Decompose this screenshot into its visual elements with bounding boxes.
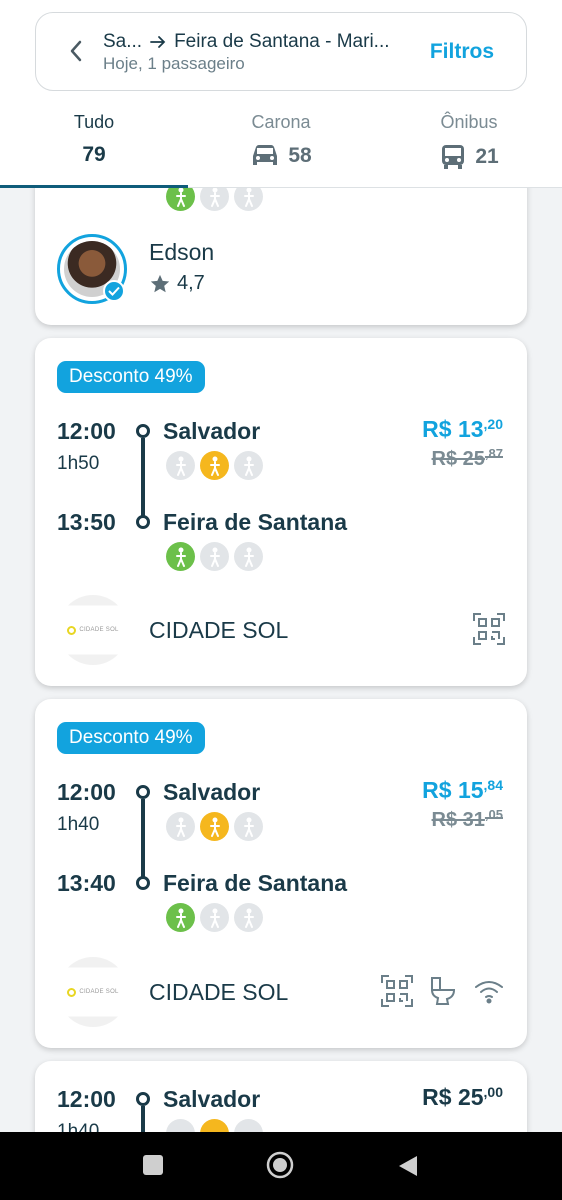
trip-card[interactable]: Desconto 49% 12:00 1h50 13:50 Salvador F… <box>35 338 527 686</box>
walker-icon <box>166 812 195 841</box>
tab-bus[interactable]: Ônibus 21 <box>431 112 507 171</box>
route-subtitle: Hoje, 1 passageiro <box>103 54 245 73</box>
walker-icon <box>166 451 195 480</box>
tab-all[interactable]: Tudo 79 <box>58 112 130 167</box>
tab-bar: Tudo 79 Carona 58 Ônibus 21 <box>0 108 562 188</box>
origin-city: Salvador <box>163 779 261 805</box>
original-price: R$ 25,87 <box>431 446 503 470</box>
walker-icon <box>200 542 229 571</box>
driver-name: Edson <box>149 239 215 265</box>
route-origin: Sa... <box>103 31 143 52</box>
qr-code-icon <box>381 975 413 1007</box>
walker-icon <box>200 451 229 480</box>
star-icon <box>150 274 170 292</box>
origin-walkers <box>166 812 263 841</box>
company-logo: CIDADE SOL <box>58 595 128 665</box>
trip-card[interactable]: Desconto 49% 12:00 1h40 13:40 Salvador F… <box>35 699 527 1048</box>
walker-icon <box>200 812 229 841</box>
arrow-right-icon <box>150 36 166 48</box>
home-circle-icon <box>266 1151 294 1179</box>
back-button[interactable] <box>60 35 92 67</box>
driver-rating: 4,7 <box>149 272 205 295</box>
walker-icon <box>166 542 195 571</box>
departure-time: 12:00 <box>57 1086 116 1112</box>
triangle-back-icon <box>399 1156 417 1176</box>
discount-badge: Desconto 49% <box>57 361 205 393</box>
system-navigation-bar <box>0 1132 562 1200</box>
route-line-connector <box>141 438 145 516</box>
system-back-button[interactable] <box>397 1154 419 1183</box>
amenities <box>473 613 505 645</box>
destination-city: Feira de Santana <box>163 870 348 896</box>
amenities <box>381 975 505 1007</box>
destination-dot <box>136 876 150 890</box>
tab-carpool-number: 58 <box>288 144 312 167</box>
tab-bus-number: 21 <box>475 145 499 168</box>
walker-icon <box>166 903 195 932</box>
home-button[interactable] <box>266 1151 294 1184</box>
tab-all-count: 79 <box>58 143 130 167</box>
origin-city: Salvador <box>163 418 261 444</box>
arrival-time: 13:40 <box>57 870 116 896</box>
destination-dot <box>136 515 150 529</box>
walker-icon <box>234 542 263 571</box>
filters-button[interactable]: Filtros <box>430 40 494 64</box>
walker-icon <box>234 451 263 480</box>
destination-walkers <box>166 542 263 571</box>
route-line: Sa... Feira de Santana - Mari... <box>103 31 390 53</box>
route-summary-box[interactable]: Sa... Feira de Santana - Mari... Hoje, 1… <box>35 12 527 91</box>
origin-dot <box>136 1092 150 1106</box>
trip-duration: 1h40 <box>57 814 100 835</box>
tab-carpool-label: Carona <box>251 112 311 132</box>
car-icon <box>253 145 278 165</box>
destination-walkers <box>166 903 263 932</box>
tab-all-number: 79 <box>82 143 106 166</box>
toilet-icon <box>431 977 456 1005</box>
tab-bus-label: Ônibus <box>440 112 498 132</box>
discount-badge: Desconto 49% <box>57 722 205 754</box>
active-tab-indicator <box>0 185 188 188</box>
verified-badge-icon <box>103 280 125 302</box>
departure-time: 12:00 <box>57 418 116 444</box>
origin-city: Salvador <box>163 1086 261 1112</box>
qr-code-icon <box>473 613 505 645</box>
bus-icon <box>442 145 465 169</box>
origin-dot <box>136 785 150 799</box>
company-logo: CIDADE SOL <box>58 957 128 1027</box>
origin-walkers <box>166 451 263 480</box>
trip-price: R$ 13,20 <box>422 416 503 442</box>
arrival-time: 13:50 <box>57 509 116 535</box>
square-icon <box>143 1155 163 1175</box>
tab-bus-count: 21 <box>431 143 507 171</box>
company-name: CIDADE SOL <box>149 617 289 643</box>
original-price: R$ 31,05 <box>431 807 503 831</box>
tab-carpool[interactable]: Carona 58 <box>235 112 327 169</box>
destination-city: Feira de Santana <box>163 509 348 535</box>
walker-icon <box>234 903 263 932</box>
wifi-icon <box>475 981 503 1004</box>
trip-price: R$ 15,84 <box>422 777 503 803</box>
app-header: Sa... Feira de Santana - Mari... Hoje, 1… <box>0 0 562 188</box>
tab-carpool-count: 58 <box>235 143 327 169</box>
route-line-connector <box>141 799 145 877</box>
trip-duration: 1h50 <box>57 453 100 474</box>
rating-value: 4,7 <box>177 272 205 294</box>
walker-icon <box>234 812 263 841</box>
route-destination: Feira de Santana - Mari... <box>174 31 390 52</box>
tab-all-label: Tudo <box>73 112 115 132</box>
origin-dot <box>136 424 150 438</box>
recent-apps-button[interactable] <box>142 1154 164 1181</box>
trip-price: R$ 25,00 <box>422 1084 503 1110</box>
departure-time: 12:00 <box>57 779 116 805</box>
walker-icon <box>200 903 229 932</box>
company-name: CIDADE SOL <box>149 979 289 1005</box>
chevron-left-icon <box>70 40 82 62</box>
